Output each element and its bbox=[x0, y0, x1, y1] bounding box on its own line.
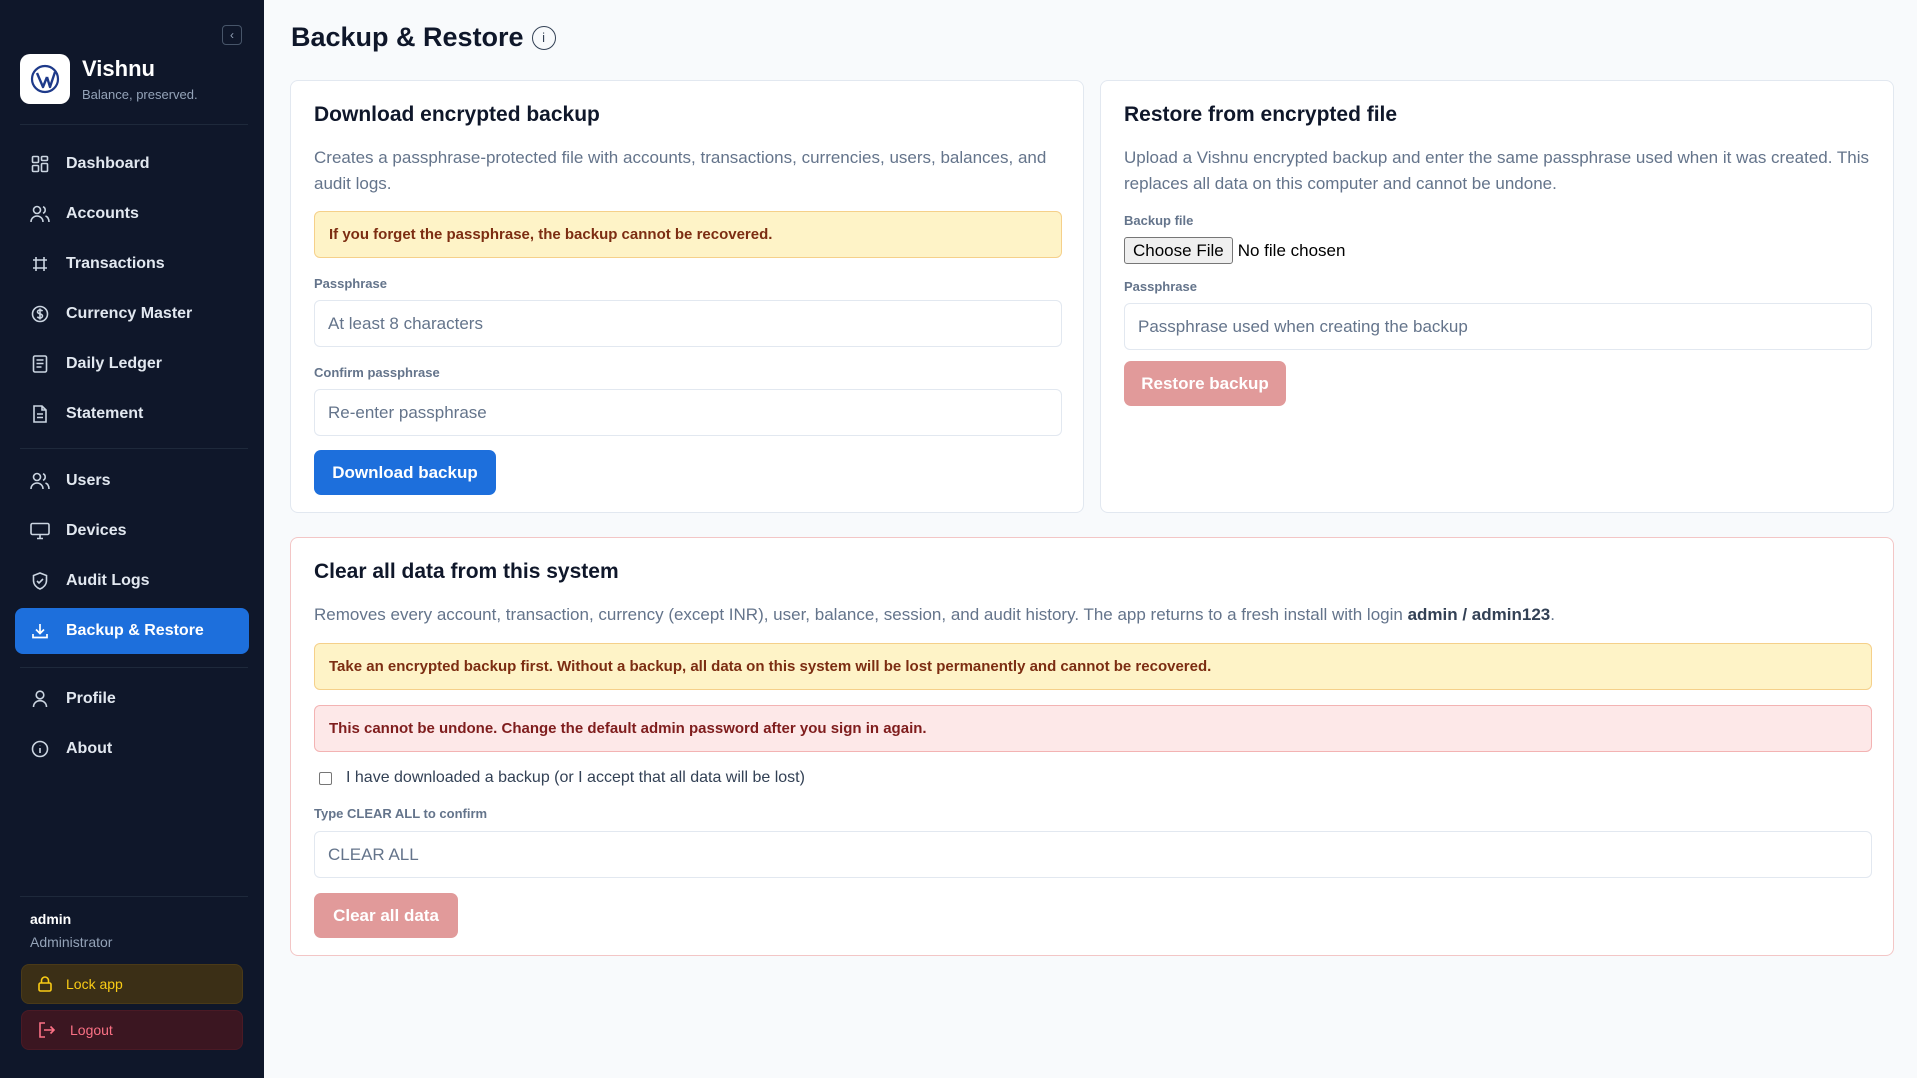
passphrase-warning: If you forget the passphrase, the backup… bbox=[314, 211, 1062, 258]
nav-item-users[interactable]: Users bbox=[15, 458, 249, 504]
nav-label: Profile bbox=[66, 690, 116, 707]
card-title: Download encrypted backup bbox=[314, 103, 600, 126]
ledger-icon bbox=[30, 354, 50, 374]
user-icon bbox=[30, 689, 50, 709]
nav-item-dashboard[interactable]: Dashboard bbox=[15, 141, 249, 187]
brand-logo-icon bbox=[20, 54, 70, 104]
description-text: Removes every account, transaction, curr… bbox=[314, 605, 1408, 624]
page-title-text: Backup & Restore bbox=[291, 22, 524, 52]
lock-app-button[interactable]: Lock app bbox=[21, 964, 243, 1004]
nav-label: Devices bbox=[66, 522, 127, 539]
nav-item-transactions[interactable]: Transactions bbox=[15, 241, 249, 287]
divider bbox=[20, 124, 248, 125]
users-icon bbox=[30, 471, 50, 491]
nav-label: Statement bbox=[66, 405, 144, 422]
logout-icon bbox=[38, 1022, 56, 1038]
card-description: Upload a Vishnu encrypted backup and ent… bbox=[1124, 148, 1869, 193]
clear-all-data-button[interactable]: Clear all data bbox=[314, 893, 458, 938]
nav-label: Users bbox=[66, 472, 111, 489]
undo-danger-alert: This cannot be undone. Change the defaul… bbox=[314, 705, 1872, 752]
grid-icon bbox=[30, 154, 50, 174]
restore-passphrase-label: Passphrase bbox=[1124, 279, 1197, 294]
download-backup-button[interactable]: Download backup bbox=[314, 450, 496, 495]
users-icon bbox=[30, 204, 50, 224]
monitor-icon bbox=[30, 521, 50, 541]
nav-label: Audit Logs bbox=[66, 572, 150, 589]
logout-button[interactable]: Logout bbox=[21, 1010, 243, 1050]
backup-confirm-checkbox[interactable] bbox=[319, 771, 332, 785]
shield-icon bbox=[30, 571, 50, 591]
clear-confirm-label: Type CLEAR ALL to confirm bbox=[314, 806, 488, 821]
description-end: . bbox=[1550, 605, 1555, 624]
lock-app-label: Lock app bbox=[66, 976, 123, 992]
nav-label: Dashboard bbox=[66, 155, 150, 172]
passphrase-label: Passphrase bbox=[314, 276, 387, 291]
nav-item-daily-ledger[interactable]: Daily Ledger bbox=[15, 341, 249, 387]
brand-name: Vishnu bbox=[82, 56, 155, 81]
nav-item-currency-master[interactable]: Currency Master bbox=[15, 291, 249, 337]
clear-confirm-input[interactable] bbox=[314, 831, 1872, 878]
sidebar: ‹ Vishnu Balance, preserved. Dashboard A… bbox=[0, 0, 264, 1078]
lock-icon bbox=[38, 976, 52, 992]
backup-file-label: Backup file bbox=[1124, 213, 1194, 228]
nav-label: Currency Master bbox=[66, 305, 193, 322]
nav-item-statement[interactable]: Statement bbox=[15, 391, 249, 437]
nav-label: Backup & Restore bbox=[66, 622, 204, 639]
nav-item-about[interactable]: About bbox=[15, 726, 249, 772]
confirm-passphrase-input[interactable] bbox=[314, 389, 1062, 436]
divider bbox=[20, 448, 248, 449]
logout-label: Logout bbox=[70, 1022, 113, 1038]
chevron-left-icon[interactable]: ‹ bbox=[222, 25, 242, 45]
currency-icon bbox=[30, 304, 50, 324]
download-backup-card: Download encrypted backup Creates a pass… bbox=[290, 80, 1084, 513]
file-input[interactable]: Choose File No file chosen bbox=[1124, 237, 1345, 264]
passphrase-input[interactable] bbox=[314, 300, 1062, 347]
transactions-icon bbox=[30, 254, 50, 274]
card-title: Clear all data from this system bbox=[314, 560, 619, 583]
card-description: Removes every account, transaction, curr… bbox=[314, 602, 1874, 628]
info-icon[interactable]: i bbox=[531, 25, 556, 50]
checkbox-label: I have downloaded a backup (or I accept … bbox=[346, 769, 805, 786]
document-icon bbox=[30, 404, 50, 424]
divider bbox=[20, 896, 248, 897]
nav-label: Accounts bbox=[66, 205, 139, 222]
nav-label: Daily Ledger bbox=[66, 355, 163, 372]
restore-passphrase-input[interactable] bbox=[1124, 303, 1872, 350]
restore-backup-card: Restore from encrypted file Upload a Vis… bbox=[1100, 80, 1894, 513]
backup-confirm-checkbox-row[interactable]: I have downloaded a backup (or I accept … bbox=[319, 769, 805, 787]
nav-item-audit-logs[interactable]: Audit Logs bbox=[15, 558, 249, 604]
nav-item-backup-restore[interactable]: Backup & Restore bbox=[15, 608, 249, 654]
nav-item-accounts[interactable]: Accounts bbox=[15, 191, 249, 237]
divider bbox=[20, 667, 248, 668]
page-title: Backup & Restore i bbox=[291, 22, 556, 53]
backup-warning: Take an encrypted backup first. Without … bbox=[314, 643, 1872, 690]
download-icon bbox=[30, 621, 50, 641]
info-icon bbox=[30, 739, 50, 759]
nav-item-profile[interactable]: Profile bbox=[15, 676, 249, 722]
confirm-passphrase-label: Confirm passphrase bbox=[314, 365, 440, 380]
choose-file-button[interactable]: Choose File bbox=[1124, 237, 1233, 264]
card-title: Restore from encrypted file bbox=[1124, 103, 1398, 126]
nav-item-devices[interactable]: Devices bbox=[15, 508, 249, 554]
clear-data-card: Clear all data from this system Removes … bbox=[290, 537, 1894, 956]
restore-backup-button[interactable]: Restore backup bbox=[1124, 361, 1286, 406]
card-description: Creates a passphrase-protected file with… bbox=[314, 148, 1047, 193]
user-role: Administrator bbox=[30, 934, 113, 950]
brand-tagline: Balance, preserved. bbox=[82, 87, 198, 102]
brand: Vishnu Balance, preserved. bbox=[20, 54, 198, 104]
nav-label: About bbox=[66, 740, 113, 757]
no-file-text: No file chosen bbox=[1237, 240, 1346, 260]
user-name: admin bbox=[30, 911, 72, 927]
default-credentials: admin / admin123 bbox=[1407, 605, 1551, 624]
nav-label: Transactions bbox=[66, 255, 165, 272]
